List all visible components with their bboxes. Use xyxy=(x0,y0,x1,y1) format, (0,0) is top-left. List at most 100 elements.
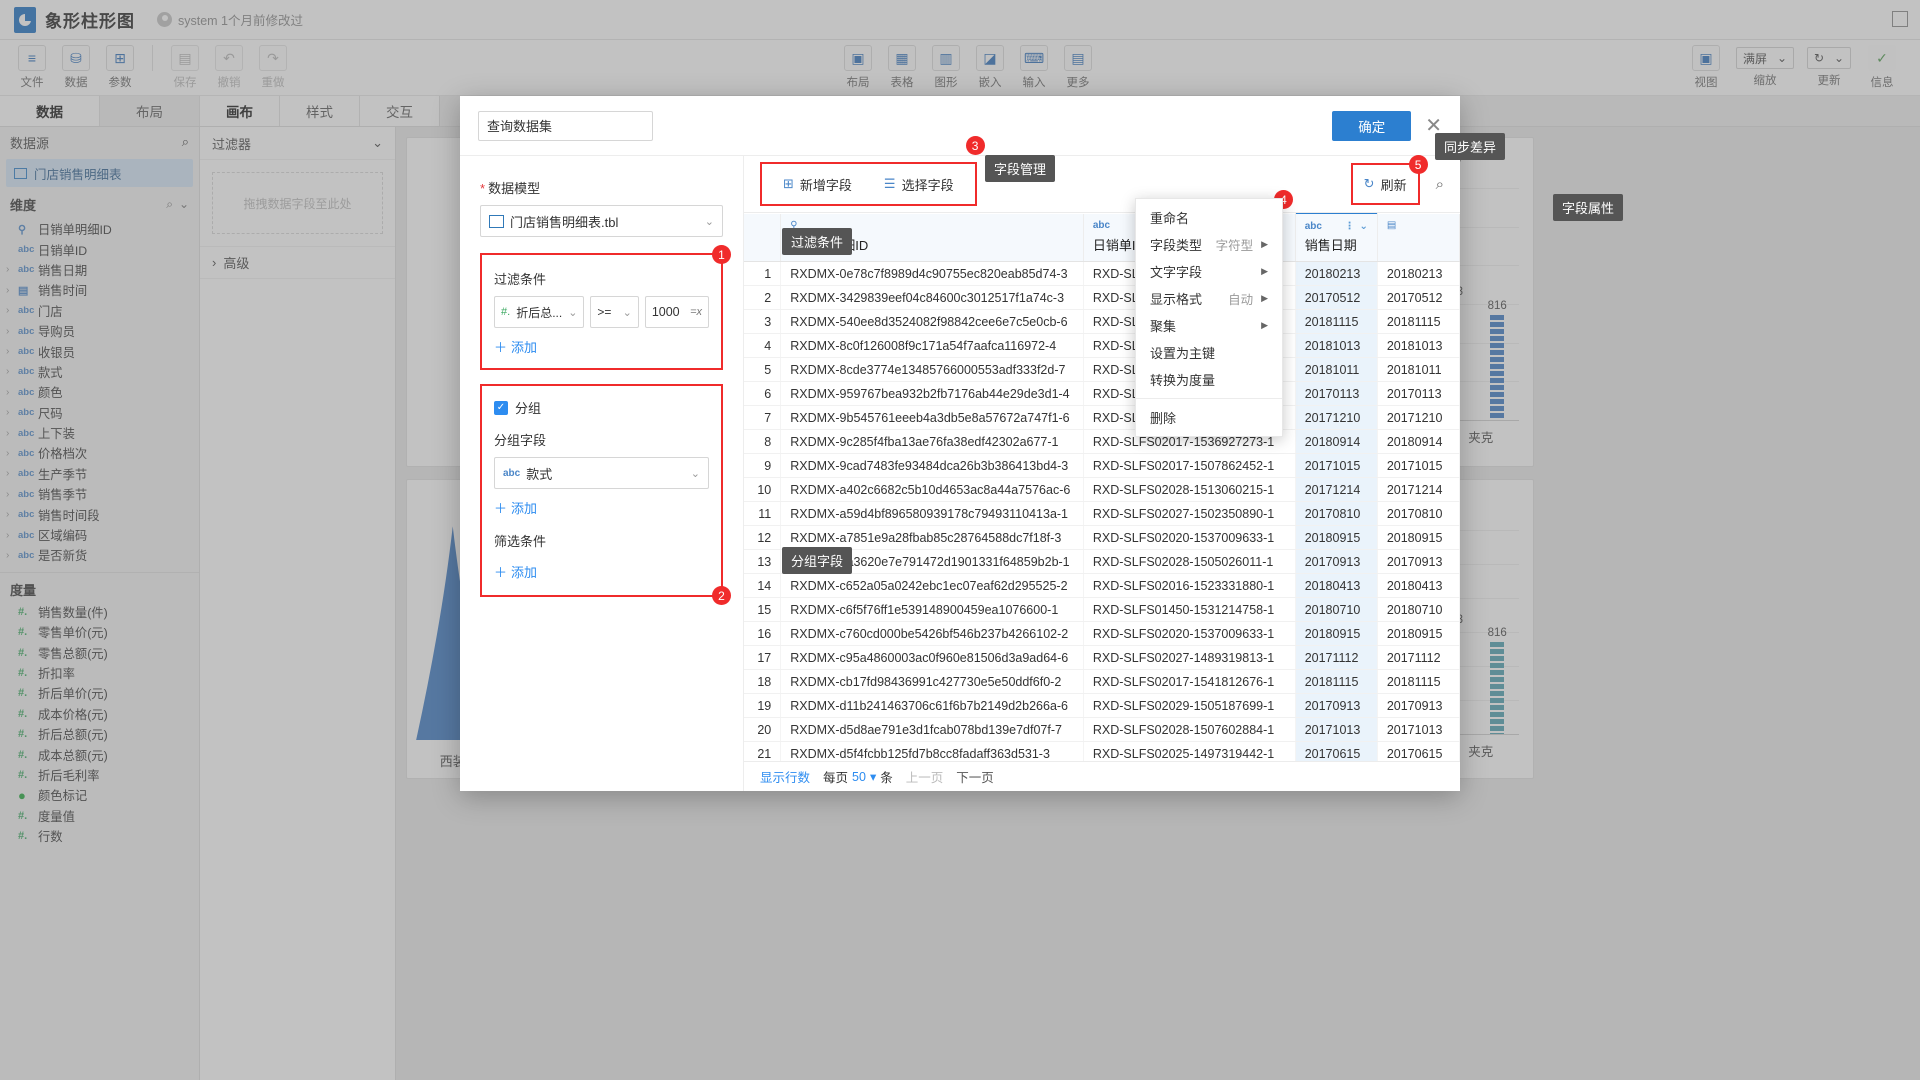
group-checkbox-row[interactable]: ✓ 分组 xyxy=(494,398,709,417)
ribbon-table-button[interactable]: ▦ 表格 xyxy=(880,45,924,90)
chevron-right-icon[interactable]: › xyxy=(6,305,18,316)
chevron-right-icon[interactable]: › xyxy=(6,264,18,275)
measure-item[interactable]: #.行数 xyxy=(0,826,199,846)
pager-perpage[interactable]: 每页 50 ▾ 条 xyxy=(823,767,893,786)
datasource-item[interactable]: 门店销售明细表 xyxy=(6,159,193,187)
confirm-button[interactable]: 确定 xyxy=(1332,111,1411,141)
chevron-right-icon[interactable]: › xyxy=(6,407,18,418)
new-field-button[interactable]: ⊞ 新增字段 xyxy=(774,169,861,199)
grid-header-col-3[interactable]: ▤ xyxy=(1377,214,1459,262)
context-menu-item[interactable]: 聚集▶ xyxy=(1136,312,1282,339)
chevron-right-icon[interactable]: › xyxy=(6,509,18,520)
context-menu-item[interactable]: 显示格式自动▶ xyxy=(1136,285,1282,312)
chevron-right-icon[interactable]: › xyxy=(6,346,18,357)
ribbon-view-button[interactable]: ▣ 视图 xyxy=(1682,45,1730,90)
table-row[interactable]: 20RXDMX-d5d8ae791e3d1fcab078bd139e7df07f… xyxy=(744,718,1460,742)
measure-item[interactable]: #.折后单价(元) xyxy=(0,683,199,703)
filter-operator-select[interactable]: >= ⌄ xyxy=(590,296,638,328)
table-row[interactable]: 14RXDMX-c652a05a0242ebc1ec07eaf62d295525… xyxy=(744,574,1460,598)
context-menu-item[interactable]: 重命名 xyxy=(1136,204,1282,231)
context-menu-item[interactable]: 文字字段▶ xyxy=(1136,258,1282,285)
chevron-right-icon[interactable]: › xyxy=(6,468,18,479)
measure-item[interactable]: #.成本总额(元) xyxy=(0,744,199,764)
maximize-icon[interactable] xyxy=(1892,11,1908,27)
table-row[interactable]: 4RXDMX-8c0f126008f9c171a54f7aafca116972-… xyxy=(744,334,1460,358)
chevron-down-icon[interactable]: ▾ xyxy=(870,769,876,784)
ribbon-chart-button[interactable]: ▥ 图形 xyxy=(924,45,968,90)
chevron-right-icon[interactable]: › xyxy=(6,489,18,500)
measure-item[interactable]: #.销售数量(件) xyxy=(0,602,199,622)
measure-item[interactable]: #.零售单价(元) xyxy=(0,622,199,642)
ribbon-info-button[interactable]: ✓ 信息 xyxy=(1858,45,1906,90)
table-row[interactable]: 11RXDMX-a59d4bf896580939178c79493110413a… xyxy=(744,502,1460,526)
filter-field-select[interactable]: #. 折后总... ⌄ xyxy=(494,296,584,328)
table-row[interactable]: 8RXDMX-9c285f4fba13ae76fa38edf42302a677-… xyxy=(744,430,1460,454)
bar-column[interactable]: 816 xyxy=(1475,188,1519,420)
measure-item[interactable]: ●颜色标记 xyxy=(0,785,199,805)
ribbon-zoom-button[interactable]: 满屏 ⌄ 缩放 xyxy=(1730,47,1800,88)
chevron-right-icon[interactable]: › xyxy=(6,366,18,377)
dimension-item[interactable]: ›abc销售日期 xyxy=(0,260,199,280)
dimension-item[interactable]: ›abc收银员 xyxy=(0,341,199,361)
dimension-item[interactable]: ›abc生产季节 xyxy=(0,464,199,484)
table-row[interactable]: 7RXDMX-9b545761eeeb4a3db5e8a57672a747f1-… xyxy=(744,406,1460,430)
tab-layout[interactable]: 布局 xyxy=(100,96,200,126)
ribbon-data-button[interactable]: ⛁ 数据 xyxy=(54,45,98,90)
tab-interaction[interactable]: 交互 xyxy=(360,96,440,126)
table-row[interactable]: 1RXDMX-0e78c7f8989d4c90755ec820eab85d74-… xyxy=(744,262,1460,286)
filter-value-input[interactable]: 1000 =x xyxy=(645,296,709,328)
measure-item[interactable]: #.成本价格(元) xyxy=(0,704,199,724)
ribbon-more-button[interactable]: ▤ 更多 xyxy=(1056,45,1100,90)
group-field-select[interactable]: abc 款式 ⌄ xyxy=(494,457,709,489)
ribbon-save-button[interactable]: ▤ 保存 xyxy=(163,45,207,90)
dimension-item[interactable]: ›abc颜色 xyxy=(0,382,199,402)
table-row[interactable]: 3RXDMX-540ee8d3524082f98842cee6e7c5e0cb-… xyxy=(744,310,1460,334)
table-row[interactable]: 5RXDMX-8cde3774e13485766000553adf333f2d-… xyxy=(744,358,1460,382)
measure-item[interactable]: #.折后毛利率 xyxy=(0,765,199,785)
chevron-right-icon[interactable]: › xyxy=(6,428,18,439)
dimension-item[interactable]: ›abc款式 xyxy=(0,362,199,382)
search-icon[interactable]: ⌕ xyxy=(1436,176,1444,193)
table-row[interactable]: 21RXDMX-d5f4fcbb125fd7b8cc8fadaff363d531… xyxy=(744,742,1460,762)
refresh-button[interactable]: ↻ 刷新 xyxy=(1363,169,1408,199)
search-icon[interactable]: ⌕ xyxy=(182,134,189,150)
ribbon-refresh-button[interactable]: ↻ ⌄ 更新 xyxy=(1800,47,1858,88)
dimension-item[interactable]: ›abc是否新货 xyxy=(0,545,199,565)
expression-toggle-icon[interactable]: =x xyxy=(690,306,702,318)
ribbon-parameter-button[interactable]: ⊞ 参数 xyxy=(98,45,142,90)
dimension-item[interactable]: ›abc区域编码 xyxy=(0,525,199,545)
dimension-item[interactable]: ›abc尺码 xyxy=(0,403,199,423)
table-row[interactable]: 18RXDMX-cb17fd98436991c427730e5e50ddf6f0… xyxy=(744,670,1460,694)
ribbon-layout-button[interactable]: ▣ 布局 xyxy=(836,45,880,90)
bar[interactable] xyxy=(1490,315,1504,420)
zoom-select[interactable]: 满屏 ⌄ xyxy=(1736,47,1794,69)
ribbon-embed-button[interactable]: ◪ 嵌入 xyxy=(968,45,1012,90)
table-row[interactable]: 10RXDMX-a402c6682c5b10d4653ac8a44a7576ac… xyxy=(744,478,1460,502)
dimension-item[interactable]: ›abc上下装 xyxy=(0,423,199,443)
tab-data[interactable]: 数据 xyxy=(0,96,100,126)
pager-rows-button[interactable]: 显示行数 xyxy=(760,767,810,786)
dimension-item[interactable]: ›▤销售时间 xyxy=(0,280,199,300)
dimension-item[interactable]: ›abc导购员 xyxy=(0,321,199,341)
bar[interactable] xyxy=(1490,642,1504,734)
chevron-right-icon[interactable]: › xyxy=(6,550,18,561)
search-icon[interactable]: ⌕ xyxy=(166,197,173,212)
chevron-down-icon[interactable]: ⌄ xyxy=(1359,221,1367,232)
ribbon-undo-button[interactable]: ↶ 撤销 xyxy=(207,45,251,90)
tab-style[interactable]: 样式 xyxy=(280,96,360,126)
dimension-item[interactable]: ›abc销售时间段 xyxy=(0,504,199,524)
column-menu-icon[interactable]: ⋮ xyxy=(1344,221,1354,232)
filter-row[interactable]: 过滤器 ⌄ xyxy=(200,127,395,160)
table-row[interactable]: 15RXDMX-c6f5f76ff1e539148900459ea1076600… xyxy=(744,598,1460,622)
chevron-right-icon[interactable]: › xyxy=(6,530,18,541)
chevron-down-icon[interactable]: ⌄ xyxy=(179,197,189,211)
context-menu-item[interactable]: 字段类型字符型▶ xyxy=(1136,231,1282,258)
table-row[interactable]: 16RXDMX-c760cd000be5426bf546b237b4266102… xyxy=(744,622,1460,646)
data-grid-wrapper[interactable]: ⚲ 日销单明细ID abc 日销单ID abc ⋮⌄ xyxy=(744,212,1460,761)
dimension-item[interactable]: ⚲日销单明细ID xyxy=(0,219,199,239)
table-row[interactable]: 19RXDMX-d11b241463706c61f6b7b2149d2b266a… xyxy=(744,694,1460,718)
table-row[interactable]: 12RXDMX-a7851e9a28fbab85c28764588dc7f18f… xyxy=(744,526,1460,550)
ribbon-redo-button[interactable]: ↷ 重做 xyxy=(251,45,295,90)
dimension-item[interactable]: ›abc门店 xyxy=(0,301,199,321)
measure-item[interactable]: #.零售总额(元) xyxy=(0,642,199,662)
